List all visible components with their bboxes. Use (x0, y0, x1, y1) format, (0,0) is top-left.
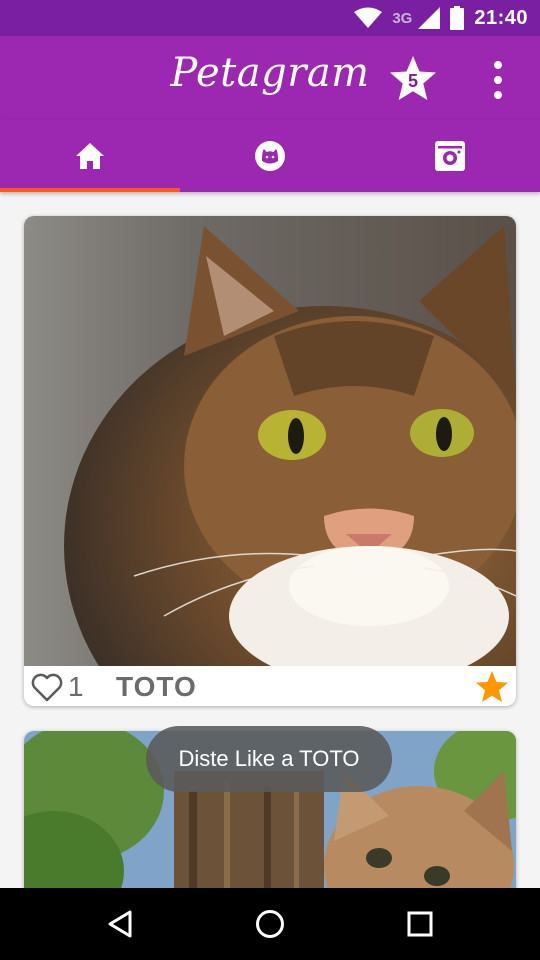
network-type: 3G (392, 9, 413, 27)
wifi-icon (354, 7, 383, 28)
back-button[interactable] (95, 898, 147, 950)
recents-button[interactable] (394, 898, 446, 950)
tab-bar (0, 120, 540, 192)
clock: 21:40 (474, 6, 528, 29)
heart-icon[interactable] (30, 670, 64, 704)
favorites-button[interactable]: 5 (388, 54, 438, 104)
rating-star-icon[interactable] (474, 669, 510, 705)
signal-icon (418, 7, 441, 29)
camera-icon (435, 141, 465, 171)
pet-card[interactable]: 1 TOTO (24, 216, 516, 706)
like-count: 1 (68, 671, 84, 702)
home-circle-icon (256, 910, 284, 938)
recents-icon (407, 911, 433, 937)
back-icon (108, 910, 132, 938)
home-icon (76, 143, 104, 169)
app-title: Petagram (170, 50, 370, 96)
toast-message: Diste Like a TOTO (146, 726, 392, 792)
battery-icon (450, 6, 465, 30)
pet-name: TOTO (116, 671, 197, 702)
tab-pet-profile[interactable] (180, 120, 360, 192)
pet-card-footer: 1 TOTO (24, 666, 516, 706)
tab-home[interactable] (0, 120, 180, 192)
home-nav-button[interactable] (244, 898, 296, 950)
tabby-cat-photo[interactable] (24, 216, 516, 666)
selected-tab-indicator (0, 188, 180, 192)
system-nav-bar (0, 888, 540, 960)
overflow-menu-icon[interactable] (480, 56, 516, 104)
status-bar: 3G 21:40 (0, 0, 540, 36)
app-bar: Petagram 5 (0, 36, 540, 120)
cat-face-icon (255, 141, 285, 171)
favorites-count: 5 (407, 70, 418, 91)
tab-camera[interactable] (360, 120, 540, 192)
